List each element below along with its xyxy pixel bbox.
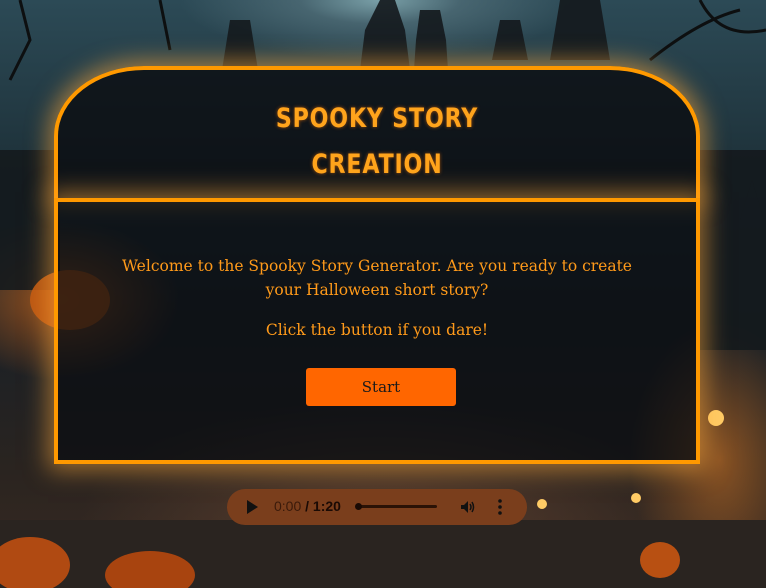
start-button[interactable]: Start: [306, 368, 456, 406]
page-title: SPOOKY STORY CREATION: [115, 96, 638, 188]
more-options-icon[interactable]: [498, 498, 502, 516]
time-separator: /: [301, 498, 313, 514]
seek-knob[interactable]: [355, 503, 362, 510]
current-time: 0:00: [274, 498, 302, 514]
title-card: SPOOKY STORY CREATION: [54, 66, 700, 198]
duration: 1:20: [312, 498, 341, 514]
audio-player: 0:00 / 1:20: [227, 489, 527, 525]
dare-text: Click the button if you dare!: [265, 321, 489, 339]
title-line-1: SPOOKY STORY: [275, 103, 479, 134]
welcome-text: Welcome to the Spooky Story Generator. A…: [122, 257, 632, 299]
audio-time: 0:00 / 1:20: [274, 498, 341, 514]
content-card: Welcome to the Spooky Story Generator. A…: [54, 198, 700, 464]
seek-slider[interactable]: [355, 503, 437, 510]
volume-icon[interactable]: [460, 499, 476, 515]
title-line-2: CREATION: [311, 149, 443, 180]
play-icon[interactable]: [247, 500, 258, 514]
